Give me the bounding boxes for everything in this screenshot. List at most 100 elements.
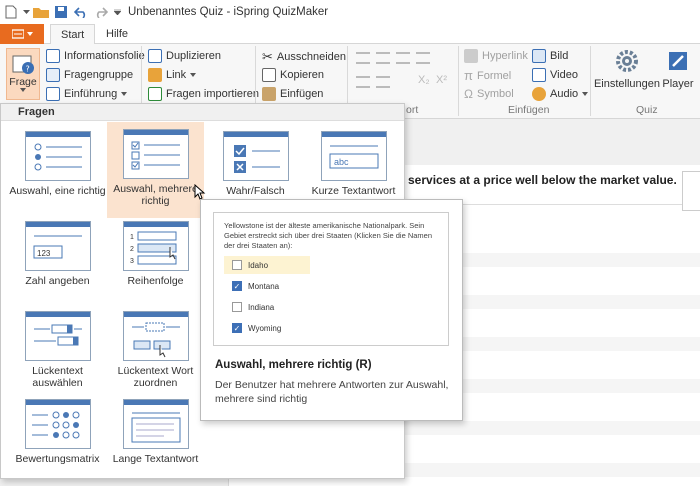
tab-bar: Start Hilfe [0, 24, 700, 45]
preview-option: ✓ Wyoming [232, 323, 282, 333]
indent-decrease-icon[interactable] [396, 52, 410, 64]
file-menu-button[interactable] [0, 24, 44, 44]
video-button[interactable]: Video [532, 68, 578, 82]
symbol-button[interactable]: Ω Symbol [464, 87, 514, 101]
omega-icon: Ω [464, 87, 473, 101]
customize-toolbar-icon[interactable] [112, 3, 122, 21]
formula-button[interactable]: π Formel [464, 68, 511, 83]
question-group-icon [46, 68, 60, 82]
copy-icon [262, 68, 276, 82]
group-label-partial: ort [406, 104, 419, 116]
question-slide-icon: ? [12, 55, 34, 74]
qtype-essay[interactable]: Lange Textantwort [107, 392, 204, 482]
save-icon[interactable] [52, 3, 70, 21]
player-tools-icon [669, 52, 687, 70]
preview-option: Indiana [224, 298, 310, 316]
group-label-quiz: Quiz [636, 104, 658, 116]
intro-button[interactable]: Einführung [46, 87, 128, 101]
question-group-button[interactable]: Fragengruppe [46, 68, 133, 82]
duplicate-icon [148, 49, 162, 63]
bullet-list-icon[interactable] [356, 52, 370, 64]
preview-option: Idaho [224, 256, 310, 274]
qtype-sequence[interactable]: 123 Reihenfolge [107, 214, 204, 304]
duplicate-button[interactable]: Duplizieren [148, 49, 221, 63]
preview-question: Yellowstone ist der älteste amerikanisch… [224, 221, 433, 250]
select-from-list-icon [24, 311, 91, 361]
audio-button[interactable]: Audio [532, 87, 589, 101]
cut-button[interactable]: ✂ Ausschneiden [262, 49, 346, 65]
true-false-icon [222, 131, 289, 181]
group-label-insert: Einfügen [508, 104, 550, 116]
checkbox-checked-icon: ✓ [232, 281, 242, 291]
indent-increase-icon[interactable] [416, 52, 430, 64]
undo-icon[interactable] [72, 3, 90, 21]
intro-icon [46, 87, 60, 101]
new-file-icon[interactable] [2, 3, 20, 21]
side-panel-edge [682, 171, 700, 211]
open-folder-icon[interactable] [32, 3, 50, 21]
svg-text:1: 1 [130, 234, 134, 241]
svg-text:?: ? [26, 65, 30, 74]
chevron-down-icon [20, 88, 26, 92]
image-button[interactable]: Bild [532, 49, 568, 63]
qtype-numeric[interactable]: 123 Zahl angeben [9, 214, 106, 304]
dropdown-arrow-icon[interactable] [22, 3, 30, 21]
qtype-drag-words[interactable]: Lückentext Wort zuordnen [107, 304, 204, 394]
single-choice-icon [24, 131, 91, 181]
sequence-icon: 1 2 3 [122, 221, 189, 271]
player-button[interactable]: Player [660, 48, 696, 96]
question-type-tooltip: Yellowstone ist der älteste amerikanisch… [200, 199, 463, 421]
hyperlink-icon [464, 49, 478, 63]
import-questions-button[interactable]: Fragen importieren [148, 87, 259, 101]
svg-text:2: 2 [130, 246, 134, 253]
frage-button[interactable]: ? Frage [6, 48, 40, 100]
window-title: Unbenanntes Quiz - iSpring QuizMaker [128, 6, 329, 18]
link-button[interactable]: Link [148, 68, 197, 82]
qtype-select-from-list[interactable]: Lückentext auswählen [9, 304, 106, 394]
pi-icon: π [464, 68, 473, 83]
redo-icon[interactable] [92, 3, 110, 21]
checkbox-icon [232, 260, 242, 270]
preview-option: ✓ Montana [232, 281, 280, 291]
align-center-icon[interactable] [376, 76, 390, 88]
qtype-multiple-choice[interactable]: Auswahl, mehrere richtig [107, 122, 204, 218]
question-text[interactable]: r services at a price well below the mar… [400, 173, 677, 187]
scissors-icon: ✂ [262, 49, 273, 64]
matrix-icon [24, 399, 91, 449]
tooltip-title: Auswahl, mehrere richtig (R) [215, 359, 372, 371]
paste-icon [262, 87, 276, 101]
tab-start[interactable]: Start [50, 24, 96, 45]
checkbox-checked-icon: ✓ [232, 323, 242, 333]
image-icon [532, 49, 546, 63]
tooltip-preview: Yellowstone ist der älteste amerikanisch… [213, 212, 449, 346]
qtype-single-choice[interactable]: Auswahl, eine richtig [9, 124, 106, 214]
numbered-list-icon[interactable] [376, 52, 390, 64]
svg-text:3: 3 [130, 258, 134, 265]
drag-words-icon [122, 311, 189, 361]
speaker-icon [532, 87, 546, 101]
info-slide-icon [46, 49, 60, 63]
dropdown-header: Fragen [1, 104, 404, 121]
svg-text:abc: abc [334, 157, 349, 167]
short-answer-icon: abc [320, 131, 387, 181]
import-icon [148, 87, 162, 101]
subscript-icon[interactable]: X₂ [418, 74, 430, 86]
chevron-down-icon [26, 32, 33, 36]
superscript-icon[interactable]: X² [436, 74, 447, 86]
paste-button[interactable]: Einfügen [262, 87, 323, 101]
svg-text:123: 123 [37, 249, 51, 258]
settings-button[interactable]: Einstellungen [594, 48, 660, 96]
hyperlink-button[interactable]: Hyperlink [464, 49, 528, 63]
mouse-cursor-icon [194, 184, 206, 200]
tooltip-description: Der Benutzer hat mehrere Antworten zur A… [215, 379, 449, 405]
menu-icon [11, 29, 24, 39]
tab-help[interactable]: Hilfe [96, 24, 138, 45]
video-icon [532, 68, 546, 82]
link-icon [148, 68, 162, 82]
qtype-matrix[interactable]: Bewertungsmatrix [9, 392, 106, 482]
info-slide-button[interactable]: Informationsfolie [46, 49, 145, 63]
multiple-choice-icon [122, 129, 189, 179]
copy-button[interactable]: Kopieren [262, 68, 324, 82]
essay-icon [122, 399, 189, 449]
align-icon[interactable] [356, 76, 370, 88]
